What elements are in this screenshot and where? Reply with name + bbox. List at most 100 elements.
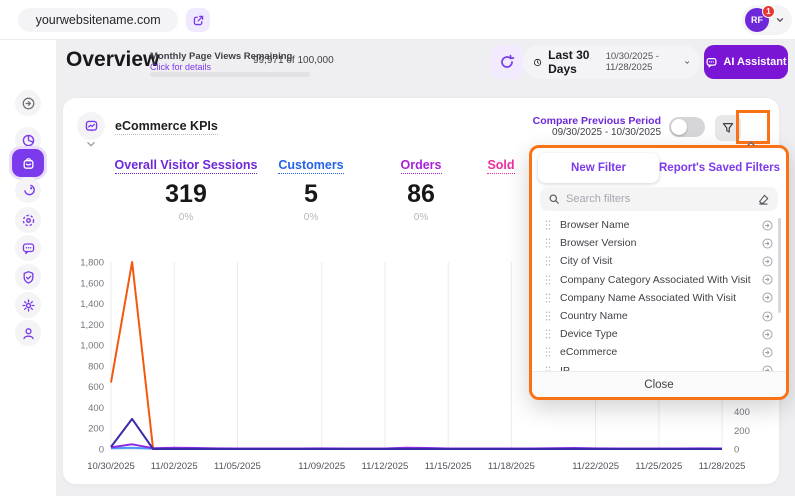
- kpi-label[interactable]: Orders: [400, 158, 442, 174]
- date-range-selector[interactable]: Last 30 Days 10/30/2025 - 11/28/2025: [523, 45, 700, 79]
- arrow-right-circle-icon[interactable]: [761, 310, 774, 323]
- svg-text:11/02/2025: 11/02/2025: [151, 461, 198, 472]
- svg-text:11/28/2025: 11/28/2025: [699, 461, 746, 472]
- funnel-icon: [722, 123, 734, 133]
- svg-text:200: 200: [734, 426, 750, 437]
- chat-bubble-icon: [706, 57, 717, 67]
- kpi-label[interactable]: Customers: [278, 158, 344, 174]
- svg-text:11/12/2025: 11/12/2025: [361, 461, 408, 472]
- sidebar-item-feedback[interactable]: [15, 235, 41, 261]
- drag-handle-icon[interactable]: [544, 292, 552, 304]
- user-menu[interactable]: RF 1: [742, 5, 792, 35]
- filter-list-item[interactable]: IP: [532, 362, 786, 371]
- kpi-customers: Customers 5 0%: [251, 156, 371, 223]
- svg-text:1,400: 1,400: [80, 299, 104, 310]
- kpi-value: 86: [407, 180, 435, 208]
- chart-series-indigo: [110, 417, 722, 450]
- close-button[interactable]: Close: [532, 371, 786, 397]
- filter-search-input[interactable]: [566, 193, 751, 205]
- svg-text:11/25/2025: 11/25/2025: [635, 461, 682, 472]
- pie-chart-icon: [22, 134, 34, 146]
- filter-list-item[interactable]: Device Type: [532, 325, 786, 343]
- filter-list-item[interactable]: Browser Name: [532, 216, 786, 234]
- sidebar-item-settings[interactable]: [15, 292, 41, 318]
- filter-list-item[interactable]: Country Name: [532, 307, 786, 325]
- filter-name: eCommerce: [560, 346, 618, 359]
- arrow-right-circle-icon[interactable]: [761, 237, 774, 250]
- svg-text:11/15/2025: 11/15/2025: [425, 461, 472, 472]
- arrow-right-circle-icon[interactable]: [761, 273, 774, 286]
- external-link-icon: [193, 15, 203, 25]
- chevron-down-icon: [684, 60, 689, 64]
- drag-handle-icon[interactable]: [544, 328, 552, 340]
- topbar: yourwebsitename.com RF 1: [0, 0, 795, 40]
- arrow-right-circle-icon[interactable]: [761, 291, 774, 304]
- svg-text:400: 400: [88, 403, 104, 414]
- card-title: eCommerce KPIs: [115, 119, 218, 135]
- arrow-right-circle-icon[interactable]: [761, 364, 774, 371]
- drag-handle-icon[interactable]: [544, 237, 552, 249]
- chevron-down-icon: [87, 142, 95, 147]
- kpi-value: 5: [304, 180, 318, 208]
- site-selector[interactable]: yourwebsitename.com: [18, 8, 178, 32]
- tab-new-filter[interactable]: New Filter: [538, 153, 659, 183]
- drag-handle-icon[interactable]: [544, 219, 552, 231]
- svg-text:11/05/2025: 11/05/2025: [214, 461, 261, 472]
- chat-bubble-icon: [22, 242, 34, 254]
- sidebar-item-privacy[interactable]: [15, 264, 41, 290]
- svg-text:400: 400: [734, 407, 750, 418]
- kpi-widget-button[interactable]: [77, 112, 105, 140]
- filter-list-item[interactable]: City of Visit: [532, 252, 786, 270]
- filter-list-item[interactable]: Company Category Associated With Visit: [532, 271, 786, 289]
- filter-list-item[interactable]: Company Name Associated With Visit: [532, 289, 786, 307]
- page-views-details-link[interactable]: Click for details: [150, 62, 211, 72]
- svg-text:1,600: 1,600: [80, 278, 104, 289]
- arrow-right-circle-icon[interactable]: [761, 219, 774, 232]
- drag-handle-icon[interactable]: [544, 274, 552, 286]
- site-name: yourwebsitename.com: [35, 13, 161, 27]
- eraser-icon[interactable]: [757, 193, 770, 206]
- target-icon: [22, 214, 34, 226]
- filter-list-item[interactable]: eCommerce: [532, 343, 786, 361]
- kpi-change: 0%: [178, 212, 194, 223]
- arrow-right-circle-icon[interactable]: [761, 255, 774, 268]
- refresh-icon: [501, 54, 515, 68]
- sidebar-collapse-button[interactable]: [15, 90, 41, 116]
- open-site-button[interactable]: [186, 8, 210, 32]
- page-views-progress-bar: [150, 72, 310, 77]
- sidebar-item-goals[interactable]: [15, 207, 41, 233]
- filter-name: Company Name Associated With Visit: [560, 291, 737, 304]
- svg-text:1,200: 1,200: [80, 320, 104, 331]
- toggle-knob: [671, 119, 687, 135]
- page-views-usage: 99,971 of 100,000: [253, 55, 334, 66]
- kpi-label[interactable]: Overall Visitor Sessions: [114, 158, 258, 174]
- svg-text:1,800: 1,800: [80, 258, 104, 269]
- notification-badge: 1: [762, 5, 775, 18]
- drag-handle-icon[interactable]: [544, 310, 552, 322]
- compare-period-toggle[interactable]: [669, 117, 705, 137]
- filter-list-item[interactable]: Browser Version: [532, 234, 786, 252]
- sidebar-item-account[interactable]: [15, 320, 41, 346]
- clock-icon: [533, 58, 542, 66]
- arrow-right-circle-icon[interactable]: [761, 328, 774, 341]
- kpi-overall-visitor-sessions: Overall Visitor Sessions 319 0%: [111, 156, 261, 223]
- search-icon: [549, 194, 559, 204]
- filter-list-scrollbar[interactable]: [778, 218, 781, 313]
- chevron-up-icon[interactable]: [746, 140, 756, 147]
- drag-handle-icon[interactable]: [544, 346, 552, 358]
- ai-assistant-button[interactable]: AI Assistant: [704, 45, 788, 79]
- svg-text:800: 800: [88, 361, 104, 372]
- filter-panel-tabs: New Filter Report's Saved Filters: [538, 153, 780, 183]
- tab-reports-saved-filters[interactable]: Report's Saved Filters: [659, 153, 780, 183]
- sidebar-item-funnels[interactable]: [15, 177, 41, 203]
- svg-text:0: 0: [99, 445, 104, 456]
- page-title: Overview: [66, 48, 160, 71]
- sidebar-item-ecommerce[interactable]: [12, 149, 44, 177]
- arrow-right-circle-icon[interactable]: [761, 346, 774, 359]
- filter-name: Device Type: [560, 328, 618, 341]
- compare-period-label: Compare Previous Period: [532, 115, 661, 127]
- refresh-button[interactable]: [490, 45, 524, 79]
- kpi-label[interactable]: Sold: [487, 158, 515, 174]
- filter-button[interactable]: [715, 115, 741, 141]
- drag-handle-icon[interactable]: [544, 255, 552, 267]
